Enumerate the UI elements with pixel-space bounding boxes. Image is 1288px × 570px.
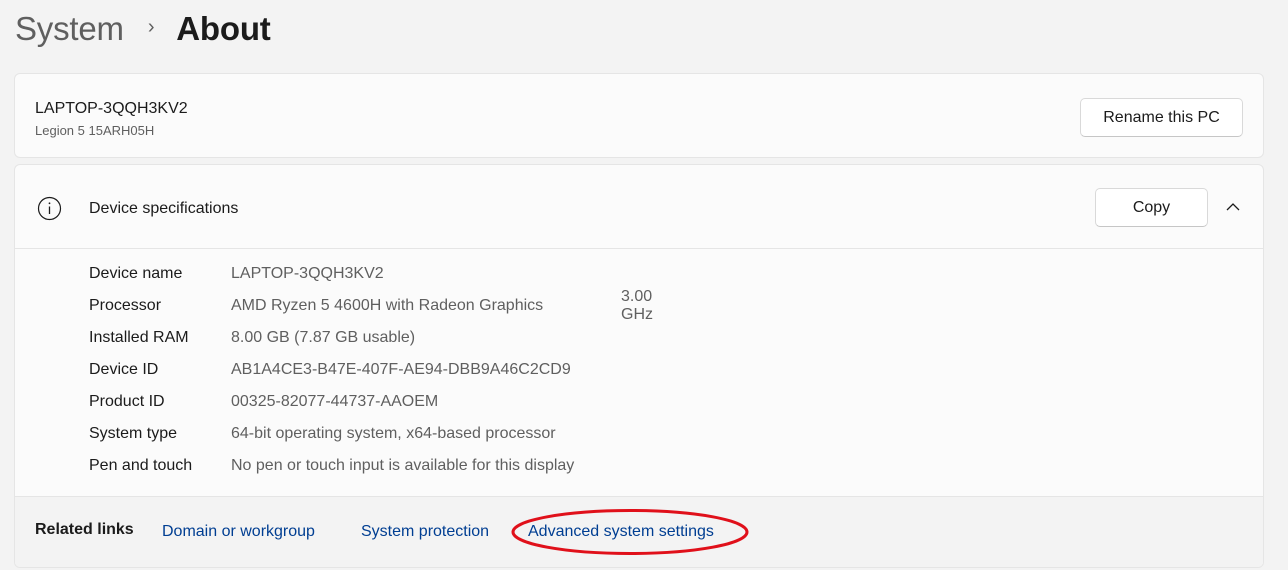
spec-value: AB1A4CE3-B47E-407F-AE94-DBB9A46C2CD9: [231, 361, 571, 378]
spec-value: No pen or touch input is available for t…: [231, 457, 575, 474]
device-specifications-header[interactable]: Device specifications Copy: [15, 165, 1263, 249]
advanced-system-settings-link[interactable]: Advanced system settings: [528, 523, 714, 541]
copy-button[interactable]: Copy: [1095, 188, 1208, 227]
pc-name-card: LAPTOP-3QQH3KV2 Legion 5 15ARH05H Rename…: [14, 73, 1264, 158]
spec-row-installed-ram: Installed RAM 8.00 GB (7.87 GB usable): [89, 322, 574, 354]
device-specifications-card: Device specifications Copy Device name L…: [14, 164, 1264, 568]
breadcrumb-system[interactable]: System: [15, 10, 124, 48]
info-icon: [37, 196, 62, 221]
spec-list: Device name LAPTOP-3QQH3KV2 Processor AM…: [89, 258, 653, 482]
spec-label: Processor: [89, 297, 162, 314]
spec-label: Device name: [89, 265, 183, 282]
chevron-up-icon[interactable]: [1225, 199, 1241, 215]
page-title: About: [176, 10, 271, 47]
spec-value: 8.00 GB (7.87 GB usable): [231, 329, 416, 346]
domain-or-workgroup-link[interactable]: Domain or workgroup: [162, 523, 315, 541]
spec-row-pen-and-touch: Pen and touch No pen or touch input is a…: [89, 450, 574, 482]
related-links-bar: Related links Domain or workgroup System…: [15, 496, 1263, 567]
rename-pc-button[interactable]: Rename this PC: [1080, 98, 1243, 137]
spec-value: 64-bit operating system, x64-based proce…: [231, 425, 556, 442]
related-links-title: Related links: [35, 521, 134, 538]
spec-label: Pen and touch: [89, 457, 193, 474]
pc-name: LAPTOP-3QQH3KV2: [35, 100, 188, 117]
system-protection-link[interactable]: System protection: [361, 523, 489, 541]
settings-about-page: System › About LAPTOP-3QQH3KV2 Legion 5 …: [0, 0, 1288, 570]
spec-row-device-name: Device name LAPTOP-3QQH3KV2: [89, 258, 574, 290]
spec-row-processor: Processor AMD Ryzen 5 4600H with Radeon …: [89, 288, 653, 323]
breadcrumb: System › About: [15, 6, 271, 52]
spec-value: 00325-82077-44737-AAOEM: [231, 393, 439, 410]
breadcrumb-separator-icon: ›: [147, 15, 155, 38]
processor-speed: 3.00 GHz: [621, 288, 653, 323]
spec-label: System type: [89, 425, 178, 442]
spec-label: Product ID: [89, 393, 165, 410]
spec-label: Installed RAM: [89, 329, 189, 346]
device-specifications-title: Device specifications: [89, 200, 239, 217]
spec-row-device-id: Device ID AB1A4CE3-B47E-407F-AE94-DBB9A4…: [89, 354, 574, 386]
spec-value: LAPTOP-3QQH3KV2: [231, 265, 384, 282]
pc-model: Legion 5 15ARH05H: [35, 123, 155, 138]
spec-row-product-id: Product ID 00325-82077-44737-AAOEM: [89, 386, 574, 418]
spec-row-system-type: System type 64-bit operating system, x64…: [89, 418, 574, 450]
spec-value: AMD Ryzen 5 4600H with Radeon Graphics: [231, 297, 544, 314]
spec-label: Device ID: [89, 361, 159, 378]
